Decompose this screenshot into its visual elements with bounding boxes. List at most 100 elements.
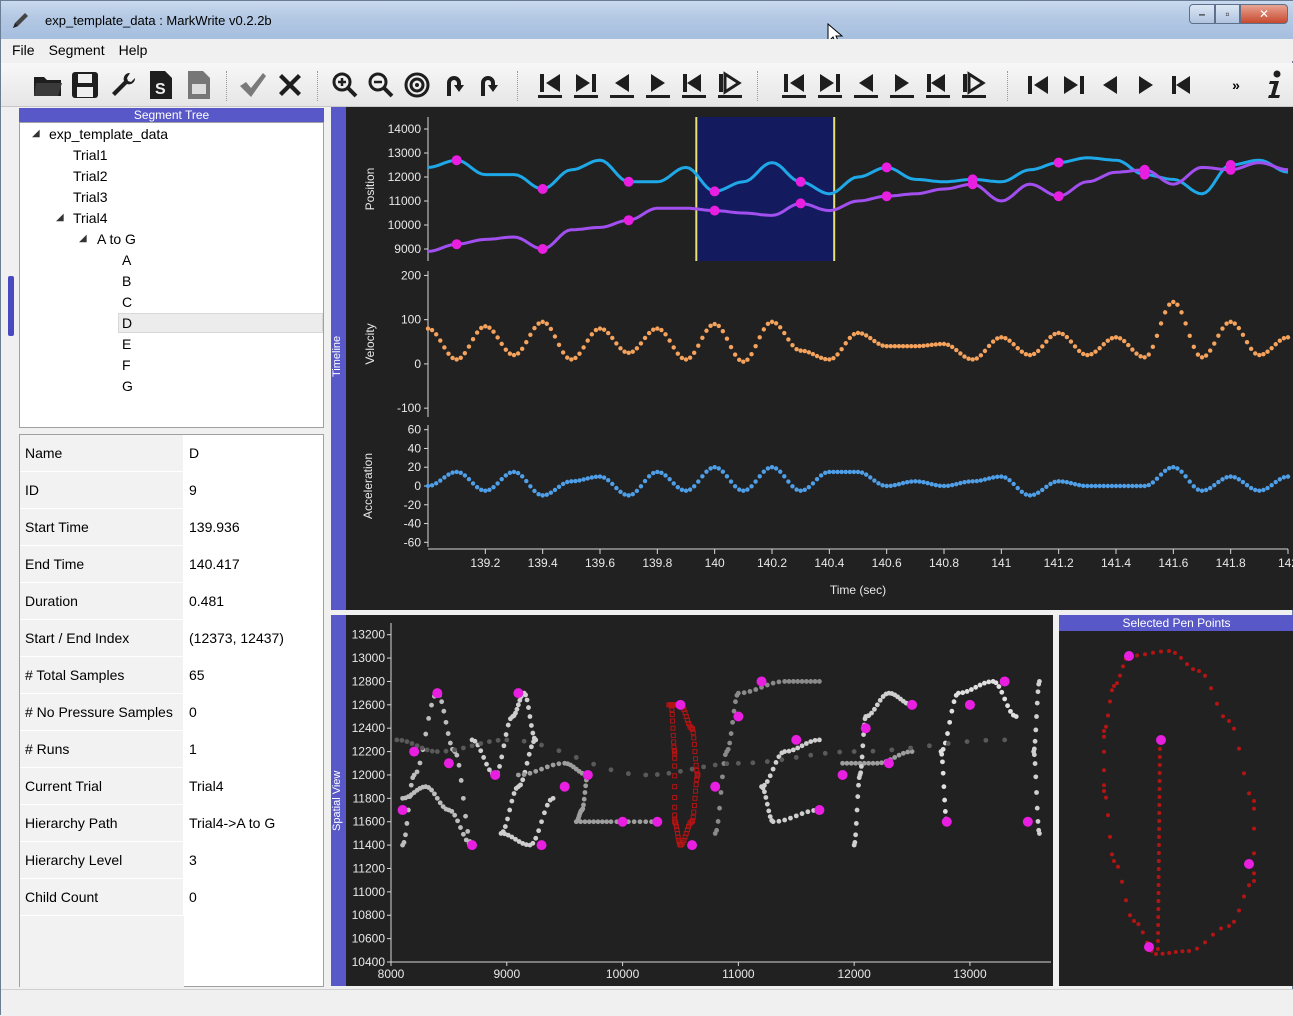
menu-segment[interactable]: Segment [42,42,112,58]
step-forward-underlined-icon[interactable] [641,67,675,103]
pen-sample-point [527,770,533,776]
expand-arrow-icon[interactable]: ◢ [32,128,40,139]
selected-pen-sample [692,749,698,755]
velocity-point [814,353,820,359]
skip-back-underlined-icon[interactable] [533,67,567,103]
first-icon[interactable] [921,67,955,103]
export-script-icon[interactable]: S [144,67,178,103]
position-marker [881,162,892,173]
first-underlined-icon[interactable] [677,67,711,103]
pen-sample-point [1002,737,1008,743]
pen-sample-point [573,755,579,760]
pen-sample-point [795,745,801,751]
x-tick-label: 140 [705,556,725,570]
previous-icon[interactable] [1093,67,1127,103]
tree-node-trial3[interactable]: Trial3 [73,187,108,207]
velocity-point [1072,344,1078,349]
skip-forward-icon[interactable] [813,67,847,103]
tree-node-root[interactable]: exp_template_data [49,124,168,144]
next-icon[interactable] [1129,67,1163,103]
velocity-point [884,344,889,349]
selected-pen-point [1167,649,1171,653]
acceleration-point [646,474,652,479]
velocity-point [1044,339,1049,344]
accept-check-icon[interactable] [235,67,269,103]
next-segment-icon[interactable] [1057,67,1091,103]
step-forward-icon[interactable] [885,67,919,103]
pen-sample-point [858,770,864,776]
export-data-icon[interactable] [182,67,216,103]
target-icon[interactable] [401,67,433,103]
pen-sample-point [531,739,536,745]
zoom-in-icon[interactable] [329,67,361,103]
pen-sample-point [715,819,721,824]
redo-icon[interactable] [473,67,505,103]
left-dock-handle[interactable] [8,276,14,336]
last-icon[interactable] [957,67,991,103]
x-tick-label: 140.8 [929,556,959,570]
velocity-point [1175,302,1180,307]
tree-node-f[interactable]: F [122,355,131,375]
tree-node-c[interactable]: C [122,292,132,312]
skip-back-icon[interactable] [777,67,811,103]
svg-text:S: S [155,81,166,98]
selected-pen-point [1156,867,1161,871]
step-back-icon[interactable] [849,67,883,103]
menu-help[interactable]: Help [112,42,155,58]
maximize-button[interactable]: ▫ [1215,4,1240,24]
acceleration-point [806,484,812,490]
selected-pen-point [1197,669,1201,673]
expand-arrow-icon[interactable]: ◢ [79,233,87,244]
tree-node-trial1[interactable]: Trial1 [73,145,108,165]
x-tick-label: 13000 [953,967,987,981]
step-back-underlined-icon[interactable] [605,67,639,103]
pen-sample-point [414,769,420,775]
wrench-icon[interactable] [106,67,140,103]
title-bar[interactable]: exp_template_data : MarkWrite v0.2.2b – … [1,1,1293,45]
tree-node-g[interactable]: G [122,376,133,396]
reject-x-icon[interactable] [273,67,307,103]
close-button[interactable]: ✕ [1240,4,1288,24]
selected-pen-point [1156,939,1160,943]
zoom-out-icon[interactable] [365,67,397,103]
previous-segment-icon[interactable] [1021,67,1055,103]
skip-forward-underlined-icon[interactable] [569,67,603,103]
first-segment-icon[interactable] [1165,67,1199,103]
tree-node-d[interactable]: D [122,313,132,333]
spatial-plot[interactable]: 13200 13000 12800 12600 12400 12200 12000 11800… [346,615,1053,986]
acceleration-point [499,477,504,482]
selected-pen-points-plot[interactable] [1059,631,1293,986]
toolbar-overflow-button[interactable]: » [1225,67,1247,103]
velocity-point [630,349,635,354]
selected-pen-point [1104,795,1108,800]
menu-file[interactable]: File [5,42,42,58]
y-tick-label: 20 [408,460,422,474]
open-folder-icon[interactable] [31,67,65,103]
property-key: Hierarchy Level [20,842,184,878]
expand-arrow-icon[interactable]: ◢ [56,212,64,223]
pen-sample-point [877,697,883,703]
minimize-button[interactable]: – [1189,4,1215,24]
tree-node-trial2[interactable]: Trial2 [73,166,108,186]
pen-sample-point [604,819,610,825]
selected-pen-point [1252,799,1256,803]
tree-node-trial4[interactable]: Trial4 [73,208,108,228]
pen-sample-point [452,812,458,818]
pen-sample-point [856,782,861,788]
tree-node-a[interactable]: A [122,250,131,270]
timeline-plot[interactable]: 14000130001200011000100009000Position200… [346,107,1293,610]
selected-pen-point [1156,859,1161,863]
info-icon[interactable] [1259,67,1291,103]
undo-icon[interactable] [437,67,469,103]
tree-node-e[interactable]: E [122,334,131,354]
save-icon[interactable] [68,67,102,103]
tree-node-a-to-g[interactable]: A to G [97,229,136,249]
last-underlined-icon[interactable] [713,67,747,103]
velocity-point [872,338,877,344]
acceleration-point [1232,475,1237,480]
acceleration-point [1216,479,1221,485]
tree-node-b[interactable]: B [122,271,131,291]
velocity-point [798,348,803,353]
pen-sample-point [859,754,865,760]
velocity-point [728,344,734,350]
